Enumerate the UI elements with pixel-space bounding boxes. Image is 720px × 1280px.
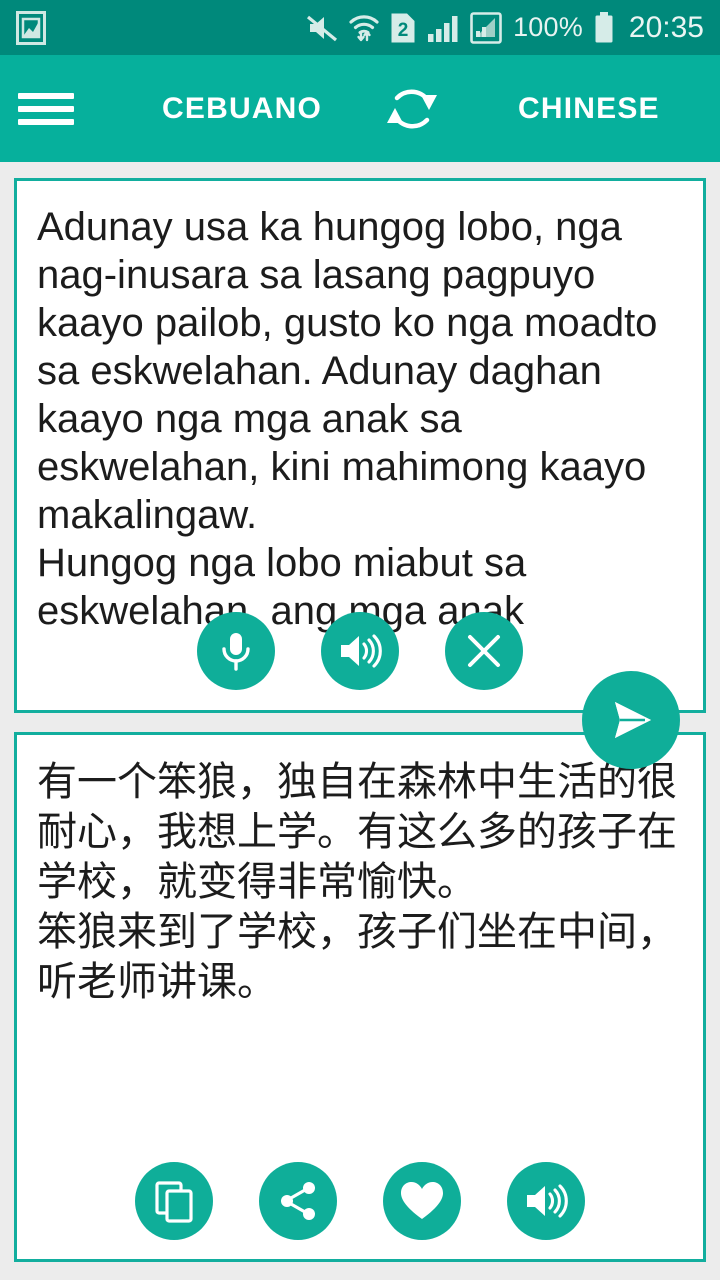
sim2-icon: 2 — [390, 12, 416, 44]
share-button[interactable] — [259, 1162, 337, 1240]
hamburger-line — [18, 105, 74, 112]
copy-button[interactable] — [135, 1162, 213, 1240]
battery-percent-label: 100% — [513, 12, 583, 42]
translator-app-screen: 2 100% 20:35 CEBUANO CHINESE Adunay usa … — [0, 0, 720, 1280]
swap-languages-button[interactable] — [377, 80, 447, 138]
source-text[interactable]: Adunay usa ka hungog lobo, nga nag-inusa… — [37, 203, 683, 637]
speak-target-button[interactable] — [507, 1162, 585, 1240]
svg-text:2: 2 — [398, 20, 409, 41]
hamburger-line — [18, 92, 74, 99]
target-text-area: 有一个笨狼，独自在森林中生活的很耐心，我想上学。有这么多的孩子在学校，就变得非常… — [17, 735, 703, 1007]
battery-icon — [594, 11, 614, 44]
send-translate-button[interactable] — [582, 671, 680, 769]
source-language-selector[interactable]: CEBUANO — [162, 92, 322, 126]
menu-button[interactable] — [18, 89, 74, 129]
status-bar-clock: 20:35 — [628, 10, 704, 44]
favorite-button[interactable] — [383, 1162, 461, 1240]
signal-bars-boxed-icon — [470, 11, 502, 44]
source-text-area[interactable]: Adunay usa ka hungog lobo, nga nag-inusa… — [17, 181, 703, 637]
microphone-button[interactable] — [197, 612, 275, 690]
target-action-buttons — [0, 1162, 720, 1240]
mute-icon — [306, 13, 338, 43]
signal-bars-icon — [427, 13, 459, 43]
screenshot-image-icon — [16, 10, 46, 45]
clear-button[interactable] — [445, 612, 523, 690]
status-bar-right-icons: 2 100% 20:35 — [306, 11, 704, 45]
status-bar: 2 100% 20:35 — [0, 0, 720, 55]
status-bar-left-icons — [16, 10, 46, 45]
hamburger-line — [18, 118, 74, 125]
translated-text: 有一个笨狼，独自在森林中生活的很耐心，我想上学。有这么多的孩子在学校，就变得非常… — [37, 759, 677, 1005]
speak-source-button[interactable] — [321, 612, 399, 690]
target-language-selector[interactable]: CHINESE — [518, 92, 660, 126]
wifi-data-icon — [349, 13, 379, 43]
